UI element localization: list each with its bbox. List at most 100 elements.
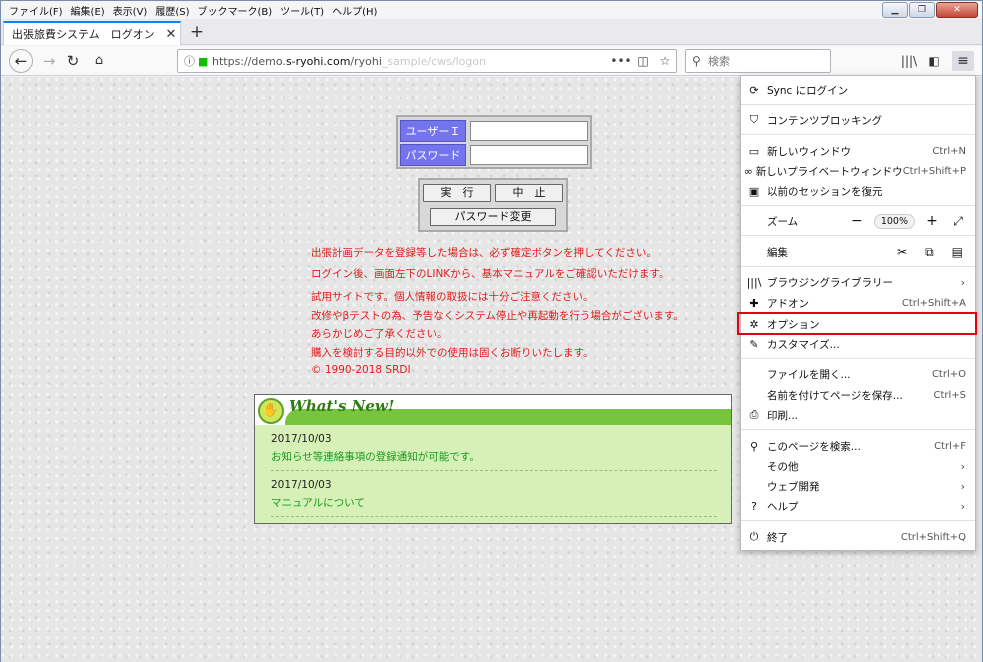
- zoom-value[interactable]: 100%: [873, 213, 915, 229]
- news-item: 2017/10/03 マニュアルについて: [271, 479, 717, 517]
- copy-icon[interactable]: ⧉: [925, 245, 934, 260]
- pocket-icon[interactable]: ◫: [632, 54, 654, 68]
- menu-save-page-label: 名前を付けてページを保存...: [767, 389, 903, 402]
- menu-history[interactable]: 履歴(S): [151, 3, 193, 18]
- news-item: 2017/10/03 お知らせ等連絡事項の登録通知が可能です。: [271, 433, 717, 471]
- password-input[interactable]: [470, 145, 588, 165]
- menu-separator: [741, 235, 975, 236]
- menu-addons[interactable]: ✚ アドオン Ctrl+Shift+A: [741, 293, 975, 313]
- tab-close-icon[interactable]: ✕: [162, 27, 180, 42]
- menu-separator: [741, 266, 975, 267]
- news-link[interactable]: マニュアルについて: [271, 495, 717, 510]
- new-tab-icon[interactable]: +: [187, 22, 207, 42]
- menu-tools[interactable]: ツール(T): [276, 3, 328, 18]
- news-link[interactable]: お知らせ等連絡事項の登録通知が可能です。: [271, 449, 717, 464]
- menu-find[interactable]: ⚲ このページを検索... Ctrl+F: [741, 436, 975, 456]
- menu-help-label: ヘルプ: [767, 500, 799, 513]
- notice-line: 出張計画データを登録等した場合は、必ず確定ボタンを押してください。: [311, 247, 657, 259]
- chevron-right-icon: ›: [960, 479, 965, 493]
- shortcut: Ctrl+F: [934, 440, 966, 452]
- menu-new-private-window[interactable]: ∞ 新しいプライベートウィンドウ Ctrl+Shift+P: [741, 161, 975, 181]
- menu-help[interactable]: ヘルプ(H): [328, 3, 381, 18]
- menubar: ファイル(F) 編集(E) 表示(V) 履歴(S) ブックマーク(B) ツール(…: [1, 1, 982, 19]
- options-highlight-box: [737, 312, 977, 335]
- whats-new-header: ✋ What's New!: [255, 395, 731, 425]
- menu-quit[interactable]: ⏻ 終了 Ctrl+Shift+Q: [741, 527, 975, 547]
- private-mask-icon: ∞: [743, 164, 753, 178]
- menu-zoom-label: ズーム: [767, 215, 799, 228]
- edit-controls: ✂ ⧉ ▤: [897, 245, 975, 260]
- menu-zoom: ズーム − 100% + ⤢: [741, 211, 975, 231]
- shortcut: Ctrl+N: [932, 145, 966, 157]
- menu-more[interactable]: その他 ›: [741, 456, 975, 476]
- restore-session-icon: ▣: [748, 184, 760, 198]
- window-controls: ▁ ❐ ✕: [882, 2, 978, 18]
- tab-title: 出張旅費システム ログオン: [12, 28, 155, 41]
- menu-library-label: ブラウジングライブラリー: [767, 276, 893, 289]
- menu-more-label: その他: [767, 460, 799, 473]
- tab-logon[interactable]: 出張旅費システム ログオン ✕: [3, 21, 181, 45]
- cut-icon[interactable]: ✂: [897, 245, 907, 260]
- hamburger-menu-icon[interactable]: ≡: [952, 51, 974, 71]
- maximize-icon[interactable]: ❐: [909, 2, 935, 18]
- url-bar[interactable]: ⓘ ■ https://demo.s-ryohi.com/ryohi_sampl…: [177, 49, 677, 73]
- menu-web-dev[interactable]: ウェブ開発 ›: [741, 476, 975, 496]
- menu-edit[interactable]: 編集(E): [67, 3, 109, 18]
- zoom-out-icon[interactable]: −: [848, 213, 866, 229]
- page-actions-icon[interactable]: •••: [610, 54, 632, 68]
- home-icon[interactable]: ⌂: [87, 49, 111, 73]
- menu-content-blocking-label: コンテンツブロッキング: [767, 114, 883, 127]
- menu-save-page[interactable]: 名前を付けてページを保存... Ctrl+S: [741, 385, 975, 405]
- menu-separator: [741, 205, 975, 206]
- news-date: 2017/10/03: [271, 479, 332, 491]
- menu-bookmarks[interactable]: ブックマーク(B): [194, 3, 277, 18]
- menu-restore-session[interactable]: ▣ 以前のセッションを復元: [741, 181, 975, 201]
- run-button[interactable]: 実 行: [423, 184, 491, 202]
- menu-sync[interactable]: ⟳ Sync にログイン: [741, 80, 975, 100]
- menu-help[interactable]: ? ヘルプ ›: [741, 496, 975, 516]
- bookmark-star-icon[interactable]: ☆: [654, 54, 676, 68]
- shortcut: Ctrl+Shift+P: [902, 165, 966, 177]
- sidebar-icon[interactable]: ◧: [923, 51, 945, 71]
- fullscreen-icon[interactable]: ⤢: [949, 214, 967, 229]
- search-icon: ⚲: [749, 439, 759, 453]
- menu-new-window[interactable]: ▭ 新しいウィンドウ Ctrl+N: [741, 141, 975, 161]
- change-password-button[interactable]: パスワード変更: [430, 208, 556, 226]
- password-row: パスワード: [400, 144, 588, 166]
- user-id-label: ユーザーＩＤ: [400, 120, 466, 160]
- news-date: 2017/10/03: [271, 433, 332, 445]
- menu-addons-label: アドオン: [767, 297, 809, 310]
- notice-line: あらかじめご了承ください。: [311, 328, 448, 340]
- back-icon[interactable]: ←: [9, 49, 33, 73]
- menu-open-file[interactable]: ファイルを開く... Ctrl+O: [741, 364, 975, 384]
- menu-new-window-label: 新しいウィンドウ: [767, 145, 851, 158]
- url-text[interactable]: https://demo.s-ryohi.com/ryohi_sample/cw…: [212, 55, 610, 68]
- info-icon[interactable]: ⓘ: [184, 53, 198, 69]
- minimize-icon[interactable]: ▁: [882, 2, 908, 18]
- menu-separator: [741, 429, 975, 430]
- tab-bar: 出張旅費システム ログオン ✕ +: [1, 19, 982, 45]
- menu-content-blocking[interactable]: ⛉ コンテンツブロッキング: [741, 110, 975, 130]
- user-id-input[interactable]: [470, 121, 588, 141]
- login-form: ユーザーＩＤ パスワード: [396, 115, 592, 169]
- menu-customize[interactable]: ✎ カスタマイズ...: [741, 334, 975, 354]
- menu-file[interactable]: ファイル(F): [5, 3, 67, 18]
- menu-view[interactable]: 表示(V): [109, 3, 152, 18]
- reload-icon[interactable]: ↻: [61, 49, 85, 73]
- menu-print[interactable]: ⎙ 印刷...: [741, 405, 975, 425]
- menu-separator: [741, 104, 975, 105]
- menu-edit-row: 編集 ✂ ⧉ ▤: [741, 242, 975, 262]
- menu-quit-label: 終了: [767, 531, 788, 544]
- zoom-in-icon[interactable]: +: [923, 213, 941, 229]
- new-window-icon: ▭: [748, 144, 760, 158]
- menu-separator: [741, 358, 975, 359]
- cancel-button[interactable]: 中 止: [495, 184, 563, 202]
- shield-icon: ⛉: [749, 113, 759, 126]
- paste-icon[interactable]: ▤: [952, 245, 963, 260]
- close-window-icon[interactable]: ✕: [936, 2, 978, 18]
- library-icon[interactable]: |||\: [898, 51, 920, 71]
- forward-icon[interactable]: →: [37, 49, 61, 73]
- search-bar[interactable]: ⚲ 検索: [685, 49, 831, 73]
- menu-library[interactable]: |||\ ブラウジングライブラリー ›: [741, 272, 975, 292]
- news-separator: [271, 470, 717, 471]
